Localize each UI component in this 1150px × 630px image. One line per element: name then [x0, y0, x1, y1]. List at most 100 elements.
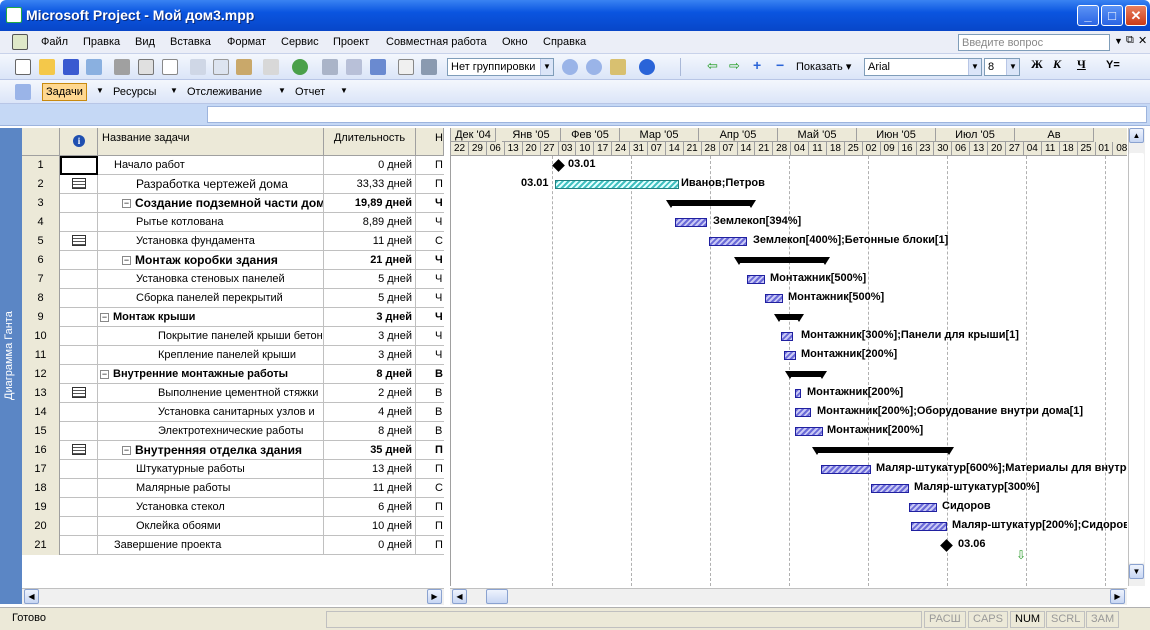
milestone-marker[interactable] — [940, 539, 953, 552]
collapse-icon[interactable]: − — [122, 256, 131, 266]
row-id[interactable]: 4 — [22, 213, 60, 232]
duration-cell[interactable]: 3 дней — [324, 308, 416, 327]
summary-bar[interactable] — [785, 371, 827, 379]
duration-cell[interactable]: 3 дней — [324, 346, 416, 365]
font-size-select[interactable]: 8 ▼ — [984, 58, 1020, 76]
duration-cell[interactable]: 6 дней — [324, 498, 416, 517]
collapse-icon[interactable]: − — [100, 312, 109, 322]
timescale-day[interactable]: 08 — [1113, 142, 1127, 156]
timescale-day[interactable]: 23 — [916, 142, 935, 156]
timescale-day[interactable]: 14 — [737, 142, 756, 156]
task-bar[interactable] — [911, 522, 947, 531]
menu-collaborate[interactable]: Совместная работа — [386, 36, 487, 48]
duration-cell[interactable]: 19,89 дней — [324, 194, 416, 213]
timescale-day[interactable]: 25 — [1078, 142, 1096, 156]
start-cell[interactable]: П — [416, 441, 444, 460]
table-row[interactable]: 20 Оклейка обоями 10 дней П — [22, 517, 444, 536]
scroll-track[interactable] — [1129, 153, 1144, 563]
task-name-cell[interactable]: Оклейка обоями — [98, 517, 324, 536]
table-row[interactable]: 19 Установка стекол 6 дней П — [22, 498, 444, 517]
table-row[interactable]: 16− Внутренняя отделка здания 35 дней П — [22, 441, 444, 460]
task-name-cell[interactable]: Крепление панелей крыши — [98, 346, 324, 365]
task-name-cell[interactable]: − Внутренние монтажные работы — [98, 365, 324, 384]
task-bar[interactable] — [784, 351, 796, 360]
start-cell[interactable]: В — [416, 365, 444, 384]
row-id[interactable]: 20 — [22, 517, 60, 536]
timescale-month[interactable]: Июн '05 — [857, 128, 936, 142]
chevron-down-icon[interactable]: ▼ — [340, 86, 348, 95]
task-name-cell[interactable]: Разработка чертежей дома — [98, 175, 324, 194]
gantt-chart[interactable]: Дек '04 Янв '05 Фев '05 Мар '05 Апр '05 Май '… — [450, 128, 1127, 586]
start-cell[interactable]: Ч — [416, 251, 444, 270]
start-cell[interactable]: Ч — [416, 213, 444, 232]
duration-cell[interactable]: 11 дней — [324, 232, 416, 251]
task-bar[interactable] — [795, 408, 811, 417]
vertical-scrollbar[interactable]: ▲ ▼ — [1128, 128, 1145, 586]
task-info-icon[interactable] — [398, 59, 414, 75]
chevron-down-icon[interactable]: ▼ — [170, 86, 178, 95]
project-guide-icon[interactable] — [15, 84, 31, 100]
duration-cell[interactable]: 2 дней — [324, 384, 416, 403]
menu-insert[interactable]: Вставка — [170, 36, 211, 48]
grouping-select[interactable]: Нет группировки ▼ — [447, 58, 554, 76]
menu-project[interactable]: Проект — [333, 36, 369, 48]
start-cell[interactable]: Ч — [416, 346, 444, 365]
table-row[interactable]: 4 Рытье котлована 8,89 дней Ч — [22, 213, 444, 232]
note-icon[interactable] — [72, 235, 86, 246]
timescale-day[interactable]: 04 — [1024, 142, 1042, 156]
start-header[interactable]: Н — [416, 128, 444, 156]
scroll-left-icon[interactable]: ◀ — [452, 589, 467, 604]
menu-view[interactable]: Вид — [135, 36, 155, 48]
collapse-icon[interactable]: − — [100, 369, 109, 379]
report-button[interactable]: Отчет — [295, 86, 325, 98]
timescale[interactable]: Дек '04 Янв '05 Фев '05 Мар '05 Апр '05 Май '… — [451, 128, 1127, 156]
close-button[interactable]: ✕ — [1125, 5, 1147, 26]
start-cell[interactable]: П — [416, 536, 444, 555]
scroll-thumb[interactable] — [486, 589, 508, 604]
table-row[interactable]: 15 Электротехнические работы 8 дней В — [22, 422, 444, 441]
close-doc-icon[interactable]: ✕ — [1138, 34, 1147, 47]
indent-icon[interactable]: ⇨ — [729, 58, 740, 74]
resources-button[interactable]: Ресурсы — [113, 86, 156, 98]
duration-cell[interactable]: 5 дней — [324, 270, 416, 289]
duration-cell[interactable]: 8,89 дней — [324, 213, 416, 232]
row-id[interactable]: 17 — [22, 460, 60, 479]
task-name-cell[interactable]: − Внутренняя отделка здания — [98, 441, 324, 460]
collapse-icon[interactable]: − — [122, 446, 131, 456]
scroll-left-icon[interactable]: ◀ — [24, 589, 39, 604]
row-id[interactable]: 2 — [22, 175, 60, 194]
timescale-day[interactable]: 21 — [684, 142, 702, 156]
timescale-month[interactable]: Дек '04 — [451, 128, 496, 142]
tracking-button[interactable]: Отслеживание — [187, 86, 262, 98]
timescale-day[interactable]: 22 — [451, 142, 469, 156]
start-cell[interactable]: Ч — [416, 194, 444, 213]
summary-bar[interactable] — [812, 447, 954, 455]
timescale-day[interactable]: 04 — [791, 142, 810, 156]
task-name-cell[interactable]: Установка фундамента — [98, 232, 324, 251]
paste-icon[interactable] — [236, 59, 252, 75]
gantt-hscrollbar[interactable]: ◀ ▶ — [450, 588, 1127, 605]
timescale-month[interactable]: Июл '05 — [936, 128, 1015, 142]
timescale-day[interactable]: 16 — [899, 142, 917, 156]
table-row[interactable]: 18 Малярные работы 11 дней С — [22, 479, 444, 498]
undo-icon[interactable] — [263, 59, 279, 75]
open-icon[interactable] — [39, 59, 55, 75]
task-name-cell[interactable]: Установка стеновых панелей — [98, 270, 324, 289]
row-id[interactable]: 13 — [22, 384, 60, 403]
table-row[interactable]: 13 Выполнение цементной стяжки 2 дней В — [22, 384, 444, 403]
menu-file[interactable]: Файл — [41, 36, 68, 48]
start-cell[interactable]: Ч — [416, 270, 444, 289]
restore-doc-icon[interactable]: ⧉ — [1126, 34, 1134, 47]
row-id[interactable]: 6 — [22, 251, 60, 270]
task-bar[interactable] — [709, 237, 747, 246]
row-id[interactable]: 5 — [22, 232, 60, 251]
timescale-day[interactable]: 20 — [523, 142, 541, 156]
timescale-month[interactable]: Мар '05 — [620, 128, 699, 142]
note-icon[interactable] — [72, 444, 86, 455]
task-name-cell[interactable]: Штукатурные работы — [98, 460, 324, 479]
table-row[interactable]: 11 Крепление панелей крыши 3 дней Ч — [22, 346, 444, 365]
duration-header[interactable]: Длительность — [324, 128, 416, 156]
timescale-month[interactable]: Фев '05 — [561, 128, 620, 142]
timescale-day[interactable]: 20 — [988, 142, 1006, 156]
collapse-icon[interactable]: − — [776, 57, 784, 73]
